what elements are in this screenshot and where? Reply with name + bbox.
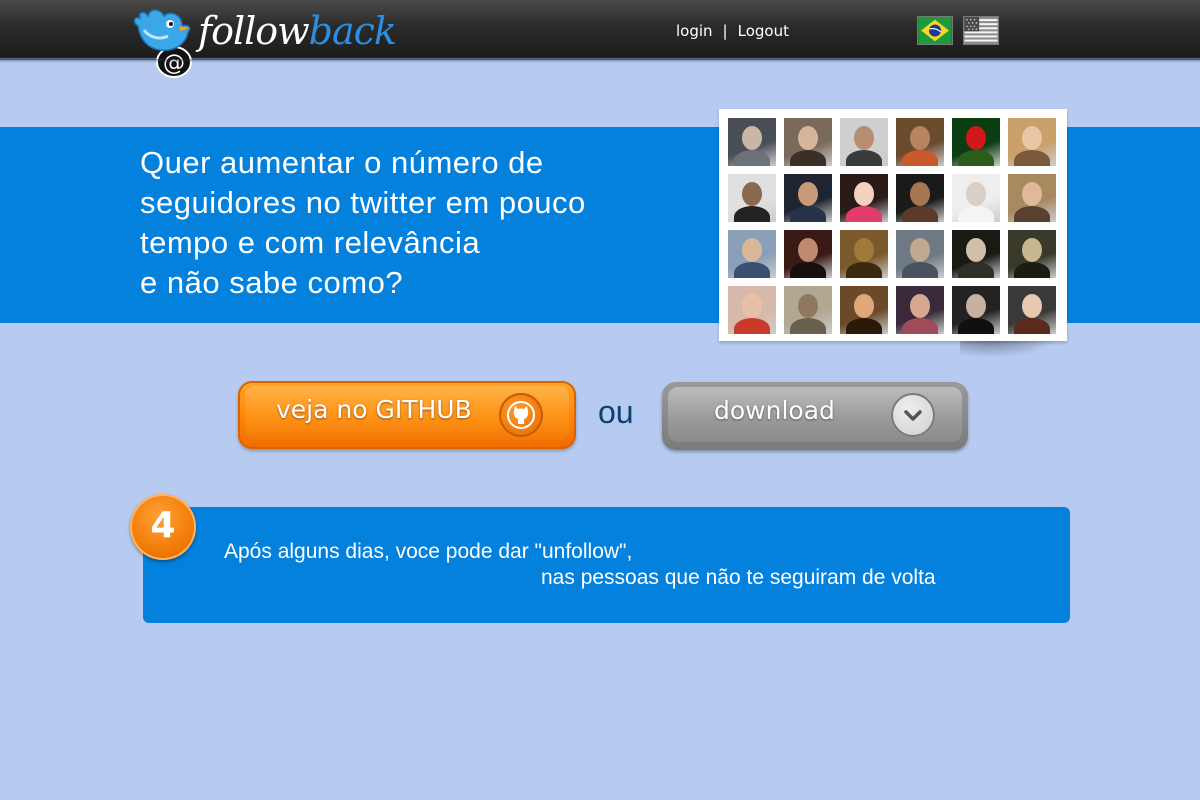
logo-word-follow: follow: [198, 9, 310, 53]
follower-avatar: [1008, 286, 1056, 334]
follower-avatar: [1008, 230, 1056, 278]
step-info-box: [143, 507, 1070, 623]
follower-avatar: [896, 118, 944, 166]
follower-avatar: [784, 174, 832, 222]
follower-avatar: [840, 286, 888, 334]
follower-avatar: [952, 230, 1000, 278]
step-text-line-1: Após alguns dias, voce pode dar "unfollo…: [224, 540, 633, 563]
github-button[interactable]: veja no GITHUB: [238, 381, 576, 449]
step-text-line-2: nas pessoas que não te seguiram de volta: [541, 566, 936, 589]
follower-avatar: [784, 118, 832, 166]
headline-line: seguidores no twitter em pouco: [140, 185, 586, 220]
follower-avatar: [952, 286, 1000, 334]
usa-flag-icon[interactable]: [963, 16, 999, 45]
follower-avatar: [1008, 118, 1056, 166]
logout-link[interactable]: Logout: [738, 22, 789, 40]
download-button[interactable]: download: [662, 382, 968, 450]
github-button-label: veja no GITHUB: [276, 395, 472, 424]
follower-avatar: [952, 174, 1000, 222]
chevron-down-icon: [891, 393, 935, 437]
headline-line: e não sabe como?: [140, 265, 404, 300]
follower-avatar: [784, 286, 832, 334]
nav-separator: |: [722, 22, 728, 40]
brazil-flag-icon[interactable]: [917, 16, 953, 45]
follower-avatar: [728, 118, 776, 166]
follower-avatar: [728, 286, 776, 334]
follower-avatar: [952, 118, 1000, 166]
headline-line: Quer aumentar o número de: [140, 145, 544, 180]
top-bar: @ followback login | Logout: [0, 0, 1200, 78]
follower-avatar: [840, 230, 888, 278]
github-octocat-icon: [499, 393, 543, 437]
twitter-bird-icon: @: [133, 9, 192, 78]
follower-avatar: [840, 174, 888, 222]
login-link[interactable]: login: [676, 22, 713, 40]
follower-avatar: [728, 174, 776, 222]
follower-avatar: [896, 174, 944, 222]
or-separator: ou: [598, 394, 634, 430]
header-nav: login | Logout: [676, 22, 789, 40]
follower-avatar: [840, 118, 888, 166]
follower-avatar: [1008, 174, 1056, 222]
follower-avatar: [896, 286, 944, 334]
svg-text:@: @: [163, 51, 185, 76]
headline-line: tempo e com relevância: [140, 225, 481, 260]
followers-avatar-collage: [719, 109, 1067, 341]
follower-avatar: [784, 230, 832, 278]
hero-headline: Quer aumentar o número de seguidores no …: [140, 143, 700, 303]
follower-avatar: [896, 230, 944, 278]
followback-logo[interactable]: @ followback: [130, 4, 397, 80]
download-button-label: download: [714, 396, 835, 425]
logo-wordmark: followback: [198, 6, 397, 56]
follower-avatar: [728, 230, 776, 278]
logo-word-back: back: [308, 9, 397, 53]
step-number-badge: 4: [130, 494, 196, 560]
